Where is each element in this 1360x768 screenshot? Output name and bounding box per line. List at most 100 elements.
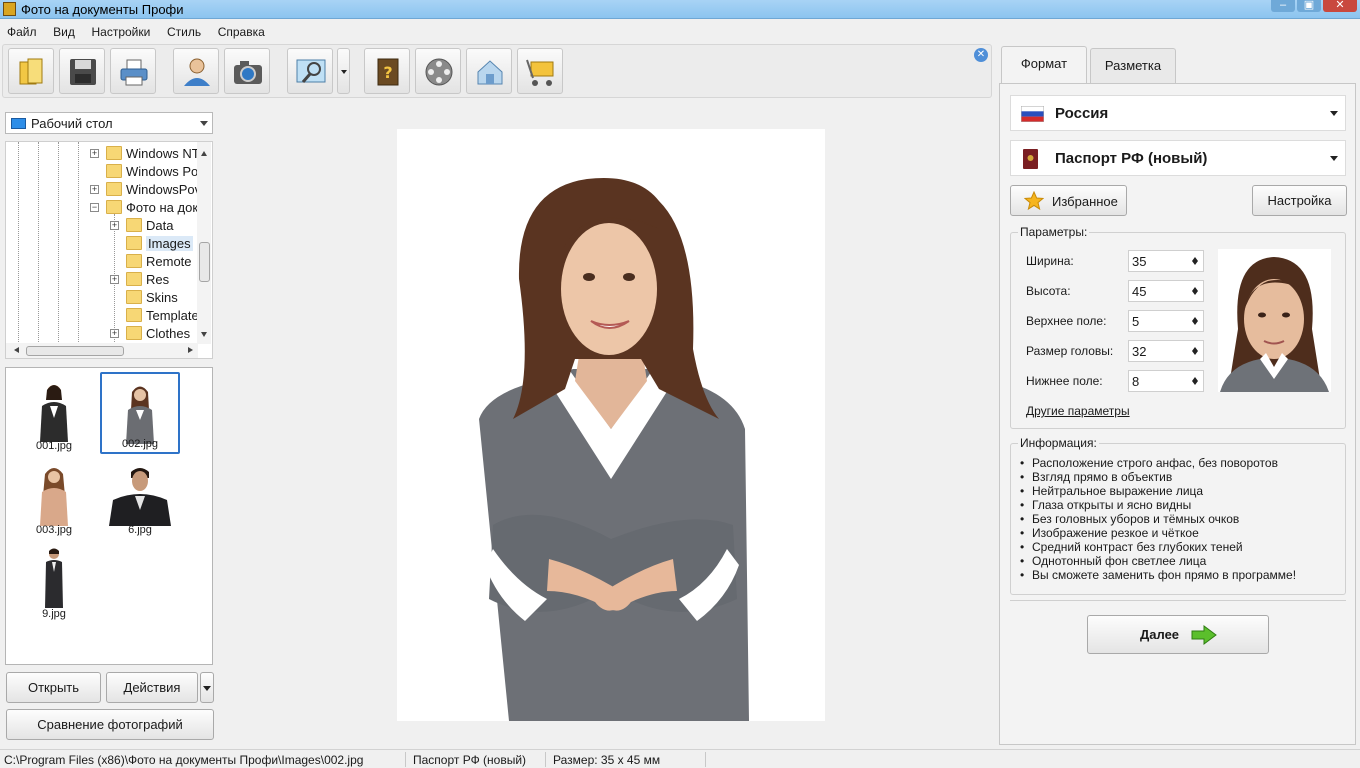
tab-format[interactable]: Формат <box>1001 46 1087 84</box>
thumbnail-item[interactable]: 9.jpg <box>14 540 94 622</box>
head-size-stepper[interactable]: 32 <box>1128 340 1204 362</box>
menu-style[interactable]: Стиль <box>160 20 207 39</box>
camera-button[interactable] <box>224 48 270 94</box>
chevron-down-icon <box>200 121 208 130</box>
help-book-icon: ? <box>377 58 399 86</box>
stepper-down-icon[interactable] <box>1192 261 1198 268</box>
print-button[interactable] <box>110 48 156 94</box>
tree-item[interactable]: Skins <box>6 289 196 307</box>
tree-item[interactable]: + Windows NT <box>6 145 200 163</box>
tree-item[interactable]: − Фото на док <box>6 199 198 217</box>
photo-edit-button[interactable] <box>287 48 333 94</box>
tree-item[interactable]: + Clothes <box>6 325 196 343</box>
document-select[interactable]: Паспорт РФ (новый) <box>1010 140 1346 176</box>
open-file-button[interactable]: Открыть <box>6 672 101 703</box>
stepper-down-icon[interactable] <box>1192 291 1198 298</box>
russia-flag-icon <box>1021 106 1044 122</box>
actions-dropdown-button[interactable] <box>200 672 214 703</box>
settings-button[interactable]: Настройка <box>1252 185 1347 216</box>
thumbnail-caption: 002.jpg <box>121 438 159 450</box>
tree-item[interactable]: Template <box>6 307 199 325</box>
height-value: 45 <box>1132 284 1147 299</box>
info-item: Изображение резкое и чёткое <box>1020 526 1296 540</box>
height-stepper[interactable]: 45 <box>1128 280 1204 302</box>
thumbnail-item[interactable]: 6.jpg <box>100 456 180 538</box>
expand-icon[interactable]: + <box>90 185 99 194</box>
website-button[interactable] <box>466 48 512 94</box>
tree-item[interactable]: Remote <box>6 253 196 271</box>
next-button[interactable]: Далее <box>1087 615 1269 654</box>
menu-file[interactable]: Файл <box>0 20 43 39</box>
stepper-up-icon[interactable] <box>1192 314 1198 321</box>
stepper-down-icon[interactable] <box>1192 321 1198 328</box>
photo-canvas[interactable] <box>397 129 825 721</box>
tree-horizontal-scrollbar[interactable] <box>6 343 198 358</box>
shop-button[interactable] <box>517 48 563 94</box>
tree-vertical-scrollbar[interactable] <box>197 142 211 344</box>
menu-settings[interactable]: Настройки <box>84 20 156 39</box>
tree-item[interactable]: Images <box>6 235 196 253</box>
scroll-right-icon[interactable] <box>188 347 196 353</box>
folder-icon <box>126 308 142 322</box>
country-select[interactable]: Россия <box>1010 95 1346 131</box>
app-icon <box>3 2 16 16</box>
expand-icon[interactable]: + <box>110 329 119 338</box>
bottom-margin-stepper[interactable]: 8 <box>1128 370 1204 392</box>
expand-icon[interactable]: + <box>90 149 99 158</box>
tree-item-label: Clothes <box>146 326 191 341</box>
tab-markup[interactable]: Разметка <box>1090 48 1176 83</box>
expand-icon[interactable]: + <box>110 221 119 230</box>
width-stepper[interactable]: 35 <box>1128 250 1204 272</box>
actions-button[interactable]: Действия <box>106 672 198 703</box>
maximize-button[interactable]: ▣ <box>1297 0 1321 12</box>
open-button[interactable] <box>8 48 54 94</box>
more-params-link[interactable]: Другие параметры <box>1026 404 1130 418</box>
favorites-button[interactable]: Избранное <box>1010 185 1127 216</box>
scroll-down-icon[interactable] <box>201 332 207 340</box>
location-combo[interactable]: Рабочий стол <box>5 112 213 134</box>
tree-item-label: Windows NT <box>126 146 200 161</box>
user-button[interactable] <box>173 48 219 94</box>
minimize-button[interactable]: – <box>1271 0 1295 12</box>
thumbnail-item[interactable]: 003.jpg <box>14 456 94 538</box>
tree-item-label: WindowsPov <box>126 182 202 197</box>
help-button[interactable]: ? <box>364 48 410 94</box>
scroll-up-icon[interactable] <box>201 148 207 156</box>
stepper-up-icon[interactable] <box>1192 374 1198 381</box>
expand-icon[interactable]: + <box>110 275 119 284</box>
tree-item-label: Res <box>146 272 170 287</box>
close-window-button[interactable]: ✕ <box>1323 0 1357 12</box>
menu-view[interactable]: Вид <box>46 20 81 39</box>
thumbnail-item-selected[interactable]: 002.jpg <box>100 372 180 454</box>
location-label: Рабочий стол <box>31 116 113 131</box>
tree-item[interactable]: Windows Po <box>6 163 199 181</box>
thumbnail-item[interactable]: 001.jpg <box>14 372 94 454</box>
chevron-down-icon <box>1330 111 1338 120</box>
photo-edit-dropdown[interactable] <box>337 48 350 94</box>
tree-hscroll-thumb[interactable] <box>26 346 124 356</box>
tree-scroll-thumb[interactable] <box>199 242 210 282</box>
open-folder-icon <box>19 58 43 85</box>
stepper-up-icon[interactable] <box>1192 344 1198 351</box>
save-button[interactable] <box>59 48 105 94</box>
stepper-up-icon[interactable] <box>1192 254 1198 261</box>
folder-icon <box>106 164 122 178</box>
tree-item[interactable]: + Res <box>6 271 196 289</box>
stepper-up-icon[interactable] <box>1192 284 1198 291</box>
collapse-icon[interactable]: − <box>90 203 99 212</box>
tree-item-label: Windows Po <box>126 164 199 179</box>
scroll-left-icon[interactable] <box>11 347 19 353</box>
desktop-icon <box>11 118 26 129</box>
info-title: Информация: <box>1018 436 1099 450</box>
video-button[interactable] <box>415 48 461 94</box>
info-group: Информация: Расположение строго анфас, б… <box>1010 436 1346 595</box>
tree-item-label: Images <box>146 236 193 251</box>
tree-item[interactable]: + Data <box>6 217 196 235</box>
top-margin-stepper[interactable]: 5 <box>1128 310 1204 332</box>
stepper-down-icon[interactable] <box>1192 381 1198 388</box>
compare-photos-button[interactable]: Сравнение фотографий <box>6 709 214 740</box>
close-panel-icon[interactable]: ✕ <box>974 48 988 62</box>
tree-item[interactable]: + WindowsPov <box>6 181 201 199</box>
menu-help[interactable]: Справка <box>211 20 271 39</box>
stepper-down-icon[interactable] <box>1192 351 1198 358</box>
